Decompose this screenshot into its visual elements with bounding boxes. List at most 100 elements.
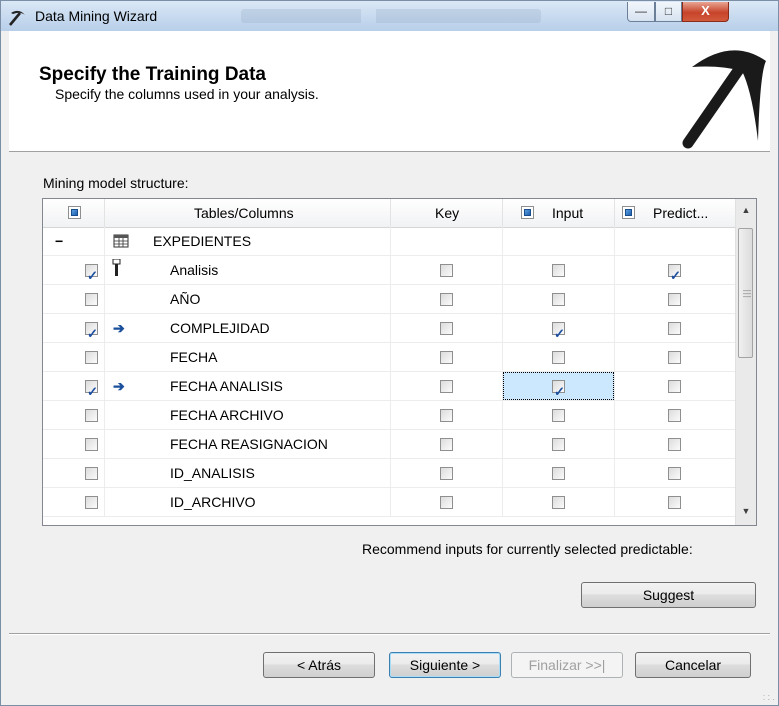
input-checkbox[interactable] <box>552 320 565 348</box>
vertical-scrollbar[interactable]: ▲ — — — ▼ <box>735 199 756 525</box>
window-title: Data Mining Wizard <box>35 8 158 24</box>
page-title: Specify the Training Data <box>39 64 266 85</box>
select-all-checkbox[interactable] <box>68 206 81 219</box>
column-name: Analisis <box>170 262 219 278</box>
select-column-checkbox[interactable] <box>85 409 98 422</box>
select-column-checkbox[interactable] <box>85 293 98 306</box>
select-all-header <box>43 199 105 227</box>
maximize-icon: □ <box>664 4 673 18</box>
suggest-button[interactable]: Suggest <box>581 582 756 608</box>
maximize-button[interactable]: □ <box>655 2 682 22</box>
input-checkbox[interactable] <box>552 438 565 451</box>
table-row-expedientes[interactable]: − EXPEDIENTES <box>43 227 736 256</box>
key-checkbox[interactable] <box>440 409 453 422</box>
predict-header[interactable]: Predict... <box>615 199 736 227</box>
background-window-titles <box>241 9 541 23</box>
column-name: FECHA ANALISIS <box>170 378 283 394</box>
key-checkbox[interactable] <box>440 438 453 451</box>
predict-checkbox[interactable] <box>668 351 681 364</box>
key-header[interactable]: Key <box>391 199 503 227</box>
input-checkbox[interactable] <box>552 293 565 306</box>
key-checkbox[interactable] <box>440 293 453 306</box>
minimize-icon: — <box>635 4 647 18</box>
grip-icon: — — — <box>743 286 751 301</box>
predict-checkbox[interactable] <box>668 496 681 509</box>
predict-all-checkbox[interactable] <box>622 206 635 219</box>
column-row[interactable]: ID_ANALISIS <box>43 459 736 488</box>
column-name: FECHA ARCHIVO <box>170 407 284 423</box>
select-column-checkbox[interactable] <box>85 320 98 348</box>
column-name: COMPLEJIDAD <box>170 320 270 336</box>
mining-structure-label: Mining model structure: <box>43 175 189 191</box>
wizard-header: Specify the Training Data Specify the co… <box>9 31 770 152</box>
input-checkbox[interactable] <box>552 264 565 277</box>
input-all-checkbox[interactable] <box>521 206 534 219</box>
next-button[interactable]: Siguiente > <box>389 652 501 678</box>
wizard-window: Data Mining Wizard — □ X Specify the Tra… <box>0 0 779 706</box>
cancel-button[interactable]: Cancelar <box>635 652 751 678</box>
resize-grip-icon[interactable]: · · · · · <box>763 692 775 704</box>
input-header[interactable]: Input <box>503 199 615 227</box>
title-bar: Data Mining Wizard — □ X <box>1 1 778 31</box>
close-button[interactable]: X <box>682 2 729 22</box>
predict-checkbox[interactable] <box>668 322 681 335</box>
predict-checkbox[interactable] <box>668 438 681 451</box>
input-arrow-icon: ➔ <box>113 320 125 336</box>
predict-checkbox[interactable] <box>668 262 681 290</box>
table-icon <box>113 234 129 248</box>
footer-divider <box>9 633 770 635</box>
predict-checkbox[interactable] <box>668 467 681 480</box>
column-row[interactable]: ➔ COMPLEJIDAD <box>43 314 736 348</box>
key-checkbox[interactable] <box>440 264 453 277</box>
column-name: FECHA <box>170 349 218 365</box>
column-row[interactable]: ➔ FECHA ANALISIS <box>43 372 736 406</box>
minimize-button[interactable]: — <box>627 2 655 22</box>
key-checkbox[interactable] <box>440 351 453 364</box>
column-row[interactable]: Analisis <box>43 256 736 290</box>
close-icon: X <box>701 3 710 18</box>
tables-columns-header[interactable]: Tables/Columns <box>105 199 391 227</box>
key-checkbox[interactable] <box>440 467 453 480</box>
key-icon <box>112 259 121 276</box>
collapse-icon[interactable]: − <box>55 227 63 255</box>
table-name: EXPEDIENTES <box>153 233 252 249</box>
column-row[interactable]: FECHA REASIGNACION <box>43 430 736 459</box>
back-button[interactable]: < Atrás <box>263 652 375 678</box>
predict-checkbox[interactable] <box>668 409 681 422</box>
pickaxe-icon <box>682 50 766 149</box>
column-row[interactable]: ID_ARCHIVO <box>43 488 736 517</box>
column-name: FECHA REASIGNACION <box>170 436 328 452</box>
columns-grid: Tables/Columns Key Input Predict... − EX… <box>42 198 757 526</box>
scroll-up-icon[interactable]: ▲ <box>736 202 756 219</box>
input-checkbox[interactable] <box>552 351 565 364</box>
input-checkbox[interactable] <box>552 467 565 480</box>
input-checkbox[interactable] <box>552 409 565 422</box>
column-name: AÑO <box>170 291 201 307</box>
key-checkbox[interactable] <box>440 496 453 509</box>
page-subtitle: Specify the columns used in your analysi… <box>55 86 319 102</box>
input-checkbox[interactable] <box>552 378 565 406</box>
select-column-checkbox[interactable] <box>85 438 98 451</box>
recommend-text: Recommend inputs for currently selected … <box>362 541 693 557</box>
scroll-thumb[interactable]: — — — <box>738 228 753 358</box>
predict-checkbox[interactable] <box>668 380 681 393</box>
column-row[interactable]: AÑO <box>43 285 736 314</box>
select-column-checkbox[interactable] <box>85 496 98 509</box>
column-row[interactable]: FECHA ARCHIVO <box>43 401 736 430</box>
scroll-down-icon[interactable]: ▼ <box>736 503 756 520</box>
pickaxe-icon <box>9 10 25 26</box>
finish-button[interactable]: Finalizar >>| <box>511 652 623 678</box>
input-arrow-icon: ➔ <box>113 378 125 394</box>
select-column-checkbox[interactable] <box>85 467 98 480</box>
column-name: ID_ANALISIS <box>170 465 255 481</box>
key-checkbox[interactable] <box>440 380 453 393</box>
column-row[interactable]: FECHA <box>43 343 736 372</box>
column-name: ID_ARCHIVO <box>170 494 256 510</box>
select-column-checkbox[interactable] <box>85 262 98 290</box>
input-checkbox[interactable] <box>552 496 565 509</box>
grid-header: Tables/Columns Key Input Predict... <box>43 199 736 228</box>
select-column-checkbox[interactable] <box>85 378 98 406</box>
select-column-checkbox[interactable] <box>85 351 98 364</box>
key-checkbox[interactable] <box>440 322 453 335</box>
predict-checkbox[interactable] <box>668 293 681 306</box>
